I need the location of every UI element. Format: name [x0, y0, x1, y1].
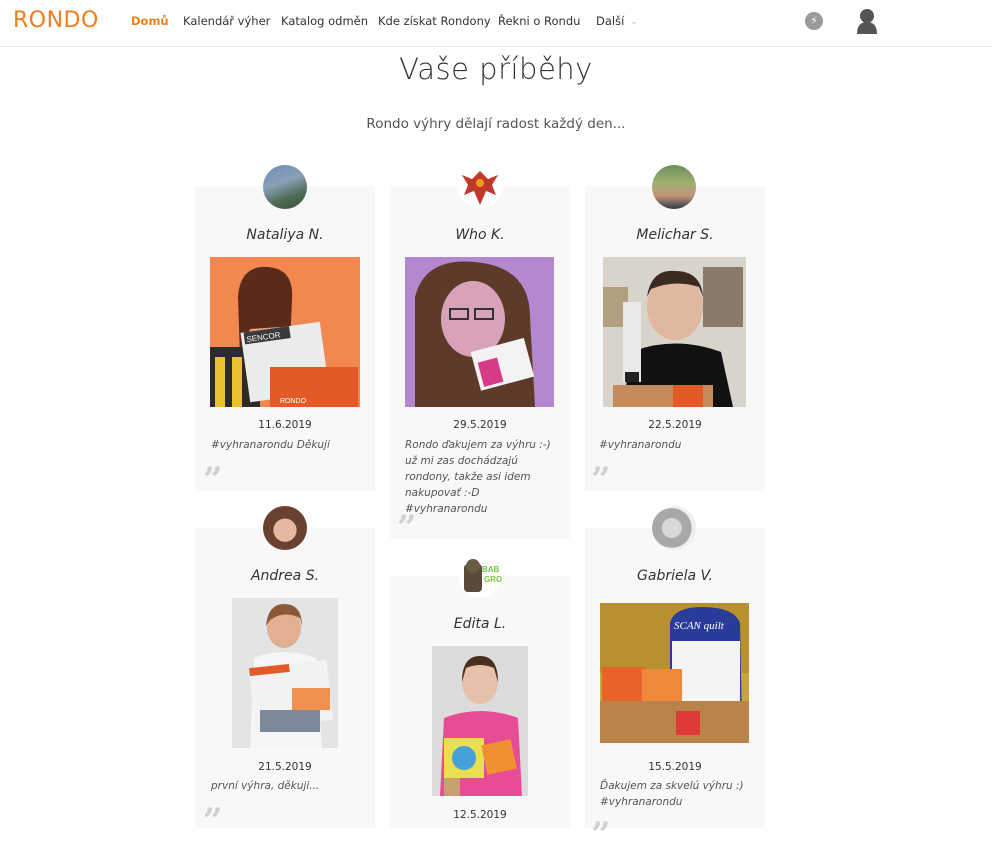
- story-author: Gabriela V.: [637, 568, 713, 584]
- chevron-down-icon: ⌄: [630, 17, 638, 27]
- nav-rewards-catalog[interactable]: Katalog odměn: [281, 14, 368, 28]
- svg-text:BABY: BABY: [482, 565, 502, 574]
- nav-prize-calendar[interactable]: Kalendář výher: [183, 14, 270, 28]
- quote-icon: ”: [397, 508, 417, 548]
- story-date: 11.6.2019: [258, 419, 312, 431]
- story-text: Ďakujem za skvelú výhru :) #vyhranarondu: [600, 780, 744, 808]
- story-photo[interactable]: [405, 257, 554, 407]
- top-navbar: RONDO Domů Kalendář výher Katalog odměn …: [0, 0, 992, 47]
- nav-more[interactable]: Další ⌄: [596, 14, 638, 28]
- story-photo[interactable]: [232, 598, 338, 748]
- story-photo[interactable]: SCAN quilt: [600, 603, 749, 743]
- quote-icon: ”: [203, 460, 223, 500]
- story-text: první výhra, děkuji...: [211, 780, 320, 792]
- story-photo[interactable]: [432, 646, 528, 796]
- avatar: [652, 165, 696, 209]
- story-author: Nataliya N.: [246, 227, 324, 243]
- nav-tell-about-rondo[interactable]: Řekni o Rondu: [498, 14, 580, 28]
- story-date: 29.5.2019: [453, 419, 507, 431]
- story-author: Who K.: [455, 227, 505, 243]
- quote-icon: ”: [591, 460, 611, 500]
- avatar: [263, 165, 307, 209]
- page-title: Vaše příběhy: [399, 52, 593, 86]
- story-date: 12.5.2019: [453, 809, 507, 821]
- nav-more-label: Další: [596, 14, 625, 28]
- rondo-logo[interactable]: RONDO: [13, 8, 99, 33]
- nav-where-get-rondony[interactable]: Kde získat Rondony: [378, 14, 491, 28]
- story-date: 15.5.2019: [648, 761, 702, 773]
- quote-icon: ”: [591, 815, 611, 855]
- user-icon[interactable]: [856, 8, 878, 34]
- story-text: #vyhranarondu: [599, 439, 682, 451]
- avatar: [652, 506, 696, 550]
- lightning-icon[interactable]: ⚡: [805, 12, 823, 30]
- avatar: BABY GRO: [458, 554, 502, 598]
- nav-home[interactable]: Domů: [131, 14, 169, 28]
- story-text: Rondo ďakujem za výhru :-) už mi zas doc…: [405, 439, 551, 515]
- story-author: Andrea S.: [250, 568, 320, 584]
- story-author: Edita L.: [453, 616, 507, 632]
- avatar: [263, 506, 307, 550]
- svg-text:GRO: GRO: [484, 575, 502, 584]
- story-date: 22.5.2019: [648, 419, 702, 431]
- story-photo[interactable]: [603, 257, 746, 407]
- story-photo[interactable]: SENCOR RONDO: [210, 257, 360, 407]
- story-text: #vyhranarondu Děkuji: [211, 439, 330, 451]
- avatar: [458, 165, 502, 209]
- svg-text:SCAN quilt: SCAN quilt: [674, 620, 725, 632]
- svg-text:RONDO: RONDO: [280, 398, 307, 405]
- story-author: Melichar S.: [636, 227, 714, 243]
- story-date: 21.5.2019: [258, 761, 312, 773]
- quote-icon: ”: [203, 801, 223, 841]
- page-subtitle: Rondo výhry dělají radost každý den...: [366, 116, 626, 132]
